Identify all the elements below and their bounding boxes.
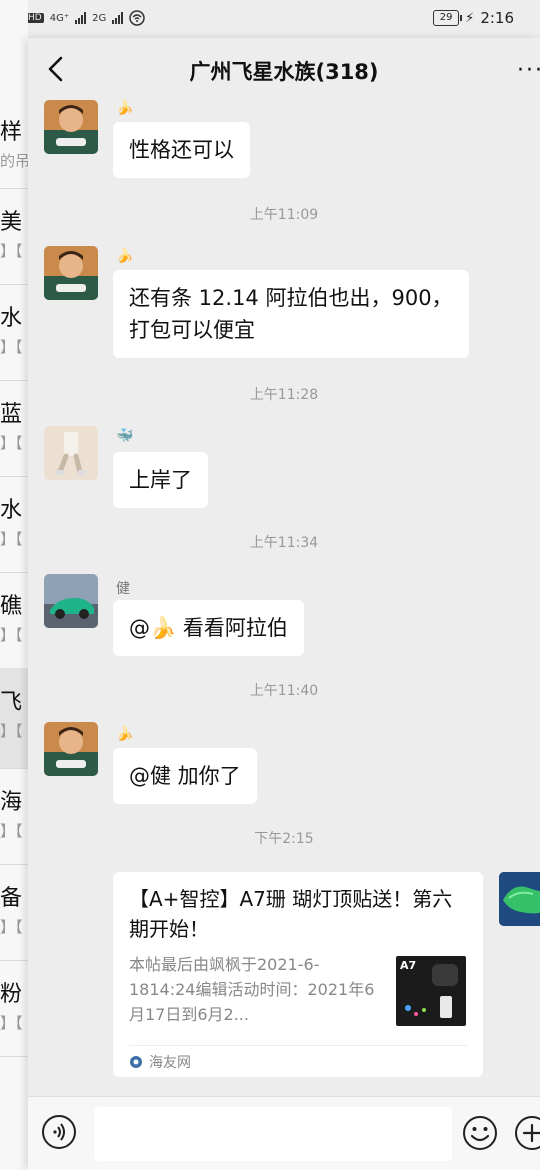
message-bubble[interactable]: 还有条 12.14 阿拉伯也出，900， 打包可以便宜 <box>113 270 469 358</box>
signal-icon <box>75 12 87 24</box>
sender-name: 🐳 <box>116 428 134 444</box>
list-item-title: 样 <box>0 120 23 145</box>
chat-panel: 广州飞星水族(318) ··· 🍌 性格还可以 上午11:09 🍌 还有条 12… <box>28 38 540 1170</box>
timestamp: 上午11:28 <box>249 387 319 403</box>
chat-header: 广州飞星水族(318) ··· <box>28 38 540 102</box>
status-right: 29 ⚡ 2:16 <box>433 9 514 27</box>
link-card-title: 【A+智控】A7珊 瑚灯顶贴送！第六期开始！ <box>129 887 453 941</box>
sender-name: 🍌 <box>116 100 134 116</box>
clock: 2:16 <box>480 9 514 27</box>
list-item[interactable]: 美】【 <box>0 188 28 285</box>
list-item-subtitle: 】【 <box>0 918 23 936</box>
list-item-subtitle: 】【 <box>0 434 23 452</box>
list-item-subtitle: 】【 <box>0 530 23 548</box>
more-dots-icon[interactable]: ··· <box>517 58 540 83</box>
background-chat-list: 样的吊 美】【 水】【 蓝】【 水】【 礁】【 飞】【 海】【 备】【 粉】【 <box>0 0 28 1170</box>
divider <box>129 1045 467 1046</box>
source-name: 海友网 <box>149 1055 191 1071</box>
plus-icon[interactable] <box>514 1115 540 1151</box>
list-item-subtitle: 的吊 <box>0 152 28 170</box>
status-bar: HD 4G⁺ 2G 29 ⚡ 2:16 <box>0 0 540 38</box>
source-logo-icon <box>130 1056 142 1068</box>
link-card-description: 本帖最后由飒枫于2021-6-1814:24编辑活动时间：2021年6月17日到… <box>129 955 375 1024</box>
link-card-thumbnail: A7 <box>396 956 466 1026</box>
list-item[interactable]: 礁】【 <box>0 572 28 669</box>
message-bubble[interactable]: @🍌 看看阿拉伯 <box>113 600 304 656</box>
charging-icon: ⚡ <box>465 10 475 26</box>
avatar[interactable] <box>44 722 98 776</box>
avatar[interactable] <box>44 246 98 300</box>
list-item-title: 水 <box>0 498 23 523</box>
network-2g-label: 2G <box>92 12 107 24</box>
list-item[interactable]: 海】【 <box>0 768 28 865</box>
list-item-subtitle: 】【 <box>0 242 23 260</box>
list-item-subtitle: 】【 <box>0 338 23 356</box>
timestamp: 上午11:40 <box>249 683 319 699</box>
sender-name: 🍌 <box>116 248 134 264</box>
list-item-title: 水 <box>0 306 23 331</box>
link-card-source: 海友网 <box>129 1052 191 1072</box>
list-item-active[interactable]: 飞】【 <box>0 668 28 769</box>
list-item[interactable]: 蓝】【 <box>0 380 28 477</box>
message-bubble[interactable]: 性格还可以 <box>113 122 250 178</box>
list-item-title: 粉 <box>0 982 23 1007</box>
message-bubble[interactable]: @健 加你了 <box>113 748 257 804</box>
list-item-title: 礁 <box>0 594 23 619</box>
battery-icon: 29 <box>433 10 463 26</box>
wifi-icon <box>129 10 145 26</box>
voice-icon[interactable] <box>42 1115 76 1149</box>
signal-icon <box>112 12 124 24</box>
signal-indicators: HD 4G⁺ 2G <box>26 10 145 26</box>
link-card[interactable]: 【A+智控】A7珊 瑚灯顶贴送！第六期开始！ 本帖最后由飒枫于2021-6-18… <box>113 872 483 1077</box>
message-input[interactable] <box>94 1107 452 1161</box>
list-item-subtitle: 】【 <box>0 722 23 740</box>
list-item-subtitle: 】【 <box>0 822 23 840</box>
emoji-icon[interactable] <box>462 1115 498 1151</box>
chat-title[interactable]: 广州飞星水族(318) <box>28 56 540 86</box>
list-item-title: 蓝 <box>0 402 23 427</box>
list-item[interactable]: 样的吊 <box>0 98 28 189</box>
list-item-title: 飞 <box>0 690 23 715</box>
timestamp: 上午11:34 <box>249 535 319 551</box>
sender-name: 🍌 <box>116 726 134 742</box>
list-item[interactable]: 粉】【 <box>0 960 28 1057</box>
list-item[interactable]: 水】【 <box>0 284 28 381</box>
hd-badge: HD <box>26 13 44 23</box>
sender-name: 健 <box>116 581 130 597</box>
timestamp: 上午11:09 <box>249 207 319 223</box>
network-4g-label: 4G⁺ <box>49 12 70 24</box>
list-item-subtitle: 】【 <box>0 1014 23 1032</box>
avatar[interactable] <box>44 100 98 154</box>
timestamp: 下午2:15 <box>254 831 314 847</box>
list-item-title: 海 <box>0 790 23 815</box>
message-bubble[interactable]: 上岸了 <box>113 452 208 508</box>
avatar[interactable] <box>44 426 98 480</box>
list-item[interactable]: 备】【 <box>0 864 28 961</box>
input-bar <box>28 1096 540 1170</box>
list-item-subtitle: 】【 <box>0 626 23 644</box>
self-avatar[interactable] <box>499 872 540 926</box>
list-item[interactable]: 水】【 <box>0 476 28 573</box>
list-item-title: 美 <box>0 210 23 235</box>
avatar[interactable] <box>44 574 98 628</box>
list-item-title: 备 <box>0 886 23 911</box>
